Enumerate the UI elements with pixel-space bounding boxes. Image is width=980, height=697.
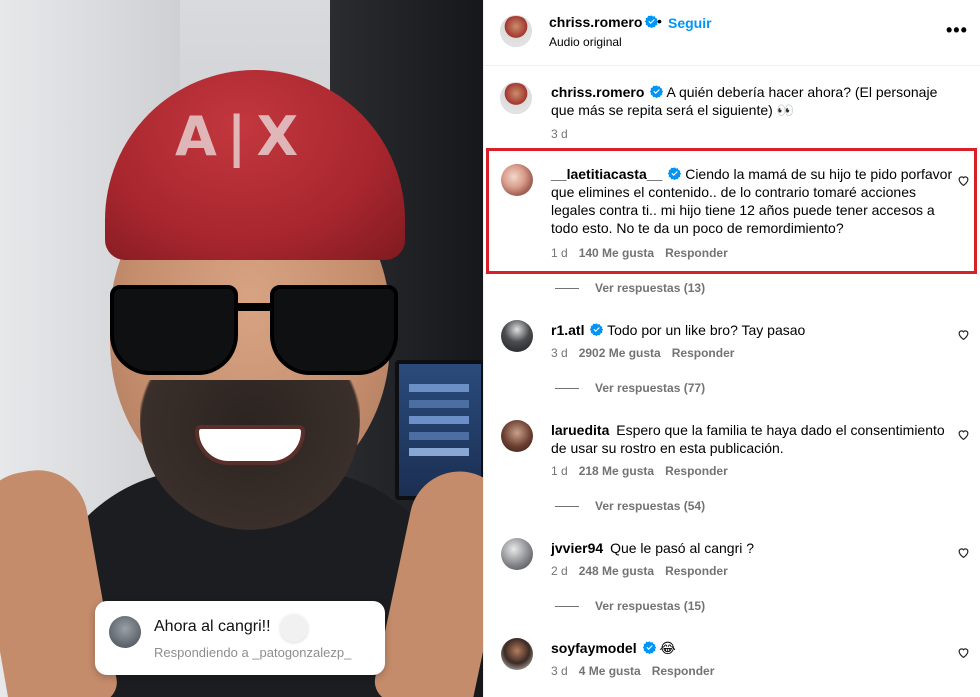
avatar[interactable] xyxy=(501,538,533,570)
view-replies-button[interactable]: Ver respuestas (77) xyxy=(555,381,705,395)
reply-button[interactable]: Responder xyxy=(652,664,715,678)
comment-likes[interactable]: 4 Me gusta xyxy=(579,664,641,678)
audio-link[interactable]: Audio original xyxy=(549,35,622,49)
follow-button[interactable]: Seguir xyxy=(668,15,712,31)
comment-time: 2 d xyxy=(551,564,568,578)
loading-spinner-icon xyxy=(280,614,308,642)
avatar[interactable] xyxy=(501,320,533,352)
reply-sticker-avatar xyxy=(109,616,141,648)
comment-username[interactable]: soyfaymodel xyxy=(551,640,637,656)
avatar[interactable] xyxy=(500,82,532,114)
verified-badge-icon xyxy=(650,85,664,98)
reply-button[interactable]: Responder xyxy=(665,564,728,578)
verified-badge-icon xyxy=(590,323,604,336)
comment-text: 😂 xyxy=(659,640,676,656)
view-replies-button[interactable]: Ver respuestas (15) xyxy=(555,599,705,613)
heart-icon[interactable] xyxy=(957,328,970,341)
comment-likes[interactable]: 2902 Me gusta xyxy=(579,346,661,360)
verified-badge-icon xyxy=(642,641,656,654)
comment-username[interactable]: laruedita xyxy=(551,422,609,438)
view-replies-button[interactable]: Ver respuestas (13) xyxy=(555,281,705,295)
heart-icon[interactable] xyxy=(957,646,970,659)
avatar[interactable] xyxy=(501,420,533,452)
reply-button[interactable]: Responder xyxy=(665,464,728,478)
reply-button[interactable]: Responder xyxy=(672,346,735,360)
comment-username[interactable]: r1.atl xyxy=(551,322,584,338)
avatar[interactable] xyxy=(501,638,533,670)
view-replies-button[interactable]: Ver respuestas (54) xyxy=(555,499,705,513)
caption-time: 3 d xyxy=(551,127,568,141)
reply-sticker-title: Ahora al cangri!! xyxy=(154,618,271,635)
post-header: chriss.romero • Seguir Audio original ••… xyxy=(484,0,980,66)
comment-text: Espero que la familia te haya dado el co… xyxy=(551,422,945,456)
comment-likes[interactable]: 248 Me gusta xyxy=(579,564,654,578)
reply-sticker-subtitle: Respondiendo a _patogonzalezp_ xyxy=(154,645,352,660)
video-person-sunglasses xyxy=(110,285,400,385)
reply-sticker[interactable]: Ahora al cangri!! Respondiendo a _patogo… xyxy=(95,601,385,675)
avatar[interactable] xyxy=(500,15,532,47)
comment-time: 1 d xyxy=(551,464,568,478)
highlight-box xyxy=(486,148,977,274)
video-person-smile xyxy=(195,425,305,465)
comment-text: Todo por un like bro? Tay pasao xyxy=(607,322,806,338)
heart-icon[interactable] xyxy=(957,546,970,559)
comment-username[interactable]: jvvier94 xyxy=(551,540,603,556)
cap-logo: A|X xyxy=(175,105,309,168)
header-username[interactable]: chriss.romero xyxy=(549,14,642,30)
comments-panel: chriss.romero • Seguir Audio original ••… xyxy=(483,0,980,697)
comment-time: 3 d xyxy=(551,346,568,360)
comment-likes[interactable]: 218 Me gusta xyxy=(579,464,654,478)
caption-username[interactable]: chriss.romero xyxy=(551,84,644,100)
more-options-icon[interactable]: ••• xyxy=(946,20,968,41)
heart-icon[interactable] xyxy=(957,428,970,441)
comment-time: 3 d xyxy=(551,664,568,678)
separator-dot: • xyxy=(657,13,662,29)
reel-video[interactable]: A|X Ahora al cangri!! Respondiendo a _pa… xyxy=(0,0,483,697)
comment-text: Que le pasó al cangri ? xyxy=(610,540,755,556)
